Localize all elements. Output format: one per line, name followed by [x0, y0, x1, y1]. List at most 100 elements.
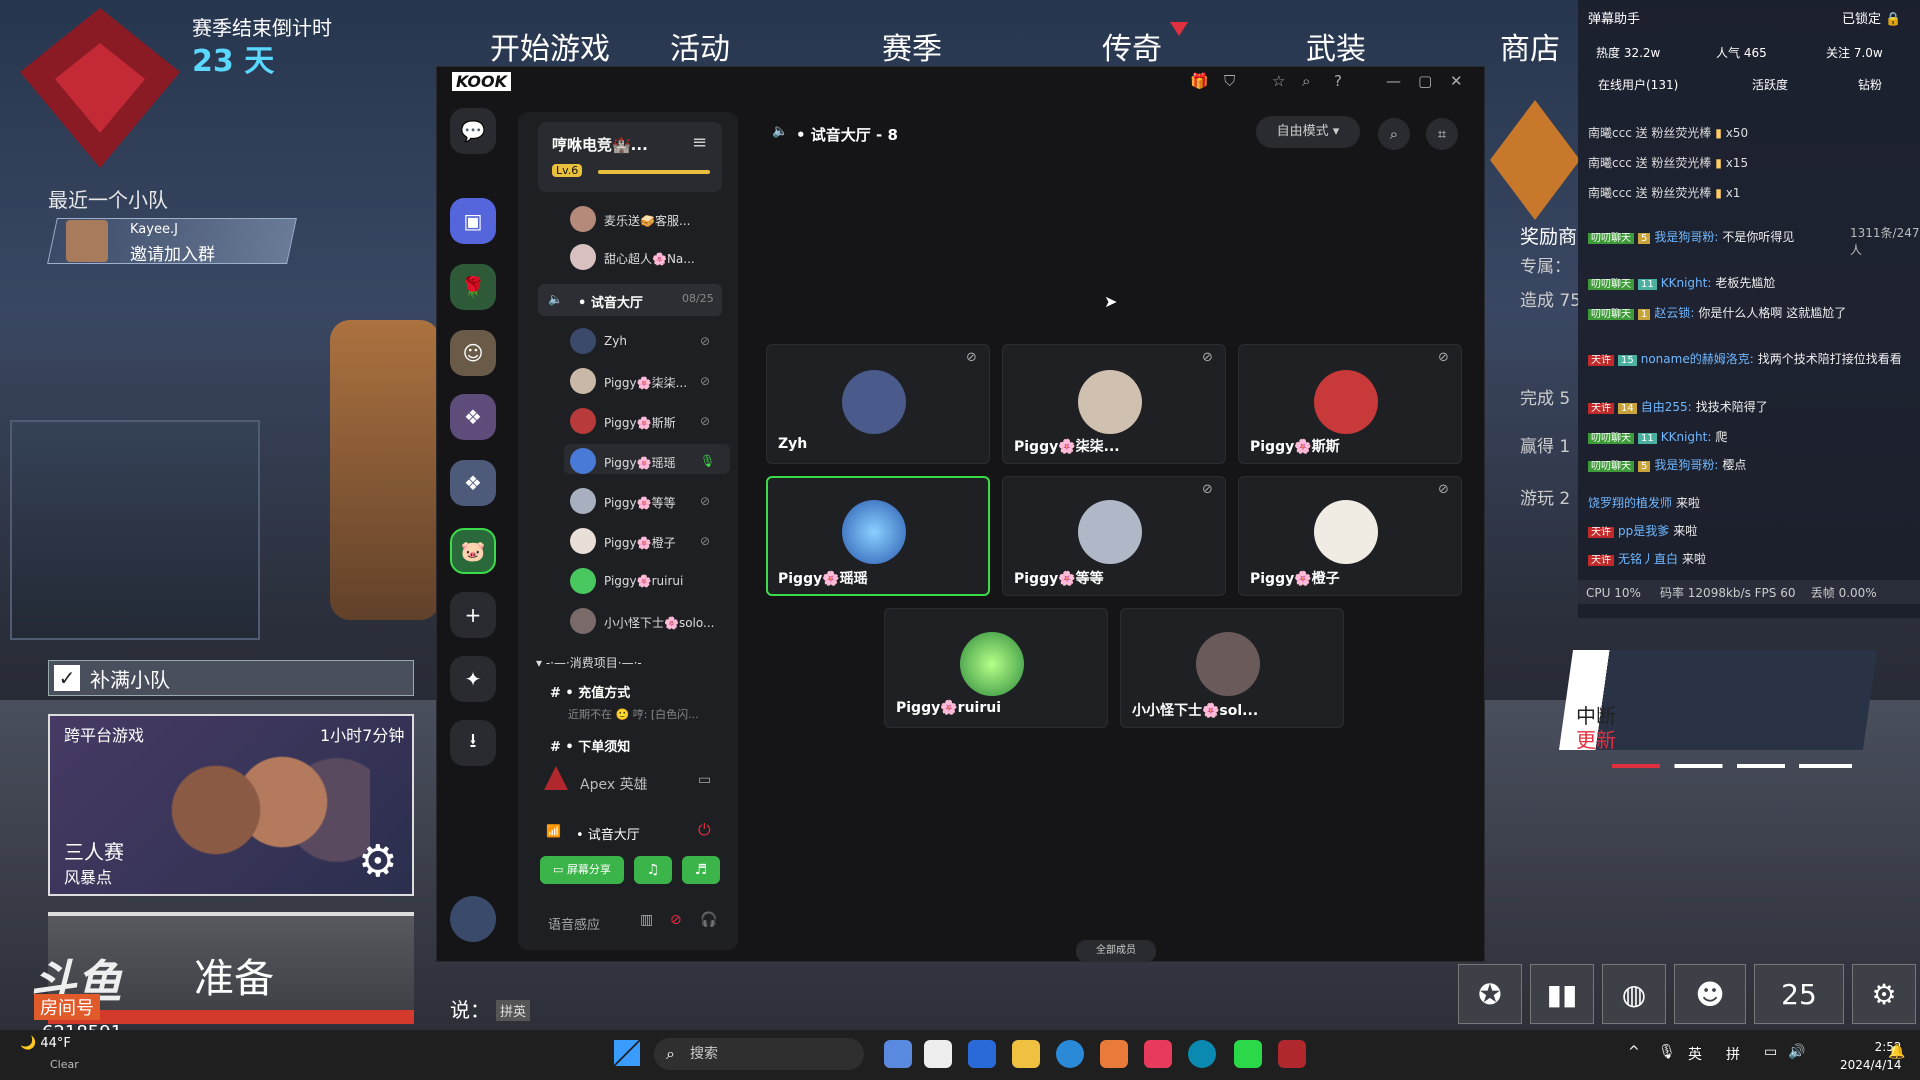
- notification-icon: [1170, 22, 1188, 36]
- tray-expand-icon[interactable]: ^: [1628, 1044, 1640, 1060]
- voice-activation-label: 语音感应: [548, 918, 601, 933]
- menu-icon[interactable]: ≡: [692, 132, 707, 153]
- server-rose-icon[interactable]: 🌹: [450, 264, 496, 310]
- apex-app-icon[interactable]: [1278, 1040, 1306, 1068]
- tab-activity[interactable]: 活跃度: [1752, 76, 1788, 93]
- help-icon[interactable]: ?: [1334, 72, 1342, 90]
- nav-start-game[interactable]: 开始游戏: [490, 24, 610, 68]
- layout-icon[interactable]: ⌗: [1426, 118, 1458, 150]
- maximize-icon[interactable]: ▢: [1418, 72, 1432, 90]
- all-members-button[interactable]: 全部成员: [1076, 940, 1156, 962]
- server-pig-icon[interactable]: 🐷: [450, 528, 496, 574]
- settings-gear-icon[interactable]: ⚙: [1852, 964, 1916, 1024]
- nav-legends[interactable]: 传奇: [1102, 24, 1162, 68]
- text-channel[interactable]: # • 下单须知: [550, 736, 630, 755]
- gear-icon[interactable]: ⚙: [358, 836, 397, 887]
- music-icon[interactable]: ♬: [682, 856, 720, 884]
- voice-settings-icon[interactable]: ▥: [640, 912, 653, 928]
- task-view-icon[interactable]: [924, 1040, 952, 1068]
- store-icon[interactable]: [968, 1040, 996, 1068]
- taskbar-search[interactable]: 搜索: [654, 1038, 864, 1070]
- kook-app-icon[interactable]: [1234, 1040, 1262, 1068]
- chat-message: 天许 14 自由255: 找技术陪得了: [1588, 398, 1908, 418]
- mic-icon[interactable]: 🎙: [1658, 1044, 1676, 1060]
- nav-events[interactable]: 活动: [670, 24, 730, 68]
- edge-icon[interactable]: [1056, 1040, 1084, 1068]
- direct-messages-icon[interactable]: 💬: [450, 108, 496, 154]
- voice-tile-name: Piggy🌸橙子: [1250, 571, 1340, 587]
- avatar: [570, 608, 596, 634]
- notification-bell-icon[interactable]: 🔔: [1888, 1044, 1905, 1060]
- monitor-icon[interactable]: ▭: [698, 772, 711, 788]
- voice-member-name[interactable]: Piggy🌸瑶瑶: [604, 454, 676, 471]
- file-explorer-icon[interactable]: [1012, 1040, 1040, 1068]
- search-icon[interactable]: ⌕: [1302, 72, 1310, 90]
- volume-icon[interactable]: 🔊: [1788, 1044, 1805, 1060]
- music-app-icon[interactable]: [1144, 1040, 1172, 1068]
- mic-muted-icon: ⊘: [700, 414, 711, 428]
- chat-message: 叨叨聊天 11 KKnight: 爬: [1588, 428, 1908, 448]
- season-countdown-value: 23 天: [192, 44, 275, 79]
- voice-member-name[interactable]: 小小怪下士🌸solo...: [604, 614, 714, 631]
- ime-mode[interactable]: 拼: [1726, 1044, 1740, 1064]
- voice-member-name[interactable]: Zyh: [604, 334, 627, 348]
- add-server-icon[interactable]: +: [450, 592, 496, 638]
- shirt-icon[interactable]: ⛉: [1224, 72, 1235, 90]
- disconnect-icon[interactable]: ⏻: [698, 820, 711, 840]
- nav-armory[interactable]: 武装: [1306, 24, 1366, 68]
- member-name[interactable]: 麦乐送🥪客服...: [604, 212, 690, 229]
- voice-member-name[interactable]: Piggy🌸柒柒...: [604, 374, 687, 391]
- xp-icon[interactable]: ✪: [1458, 964, 1522, 1024]
- avatar: [66, 220, 108, 262]
- weather-widget[interactable]: 🌙 44°F: [20, 1036, 71, 1051]
- chat-message: 叨叨聊天 1 赵云锁: 你是什么人格啊 这就尴尬了: [1588, 304, 1908, 324]
- chat-message: 天许 15 noname的赫姆洛克: 找两个技术陪打接位找看看: [1588, 350, 1908, 370]
- globe-icon[interactable]: ◍: [1602, 964, 1666, 1024]
- voice-tile-name: Piggy🌸等等: [1014, 571, 1104, 587]
- gift-icon[interactable]: 🎁: [1190, 72, 1209, 90]
- legends-artwork: [150, 730, 370, 890]
- app-icon[interactable]: [1100, 1040, 1128, 1068]
- download-icon[interactable]: ⭳: [450, 720, 496, 766]
- nav-store[interactable]: 商店: [1500, 24, 1560, 68]
- search-icon[interactable]: ⌕: [1378, 118, 1410, 150]
- app-icon[interactable]: [1188, 1040, 1216, 1068]
- tab-diamond-fans[interactable]: 钻粉: [1858, 76, 1882, 93]
- tab-online-users[interactable]: 在线用户(131): [1598, 76, 1678, 93]
- close-icon[interactable]: ✕: [1450, 72, 1463, 90]
- star-icon[interactable]: ☆: [1272, 72, 1285, 90]
- minimize-icon[interactable]: —: [1386, 72, 1401, 90]
- mode-dropdown[interactable]: 自由模式 ▾: [1256, 116, 1360, 148]
- stream-status-bar: CPU 10% 码率 12098kb/s FPS 60 丢帧 0.00%: [1578, 580, 1920, 604]
- windows-start-icon[interactable]: [614, 1040, 640, 1066]
- soundboard-icon[interactable]: ♫: [634, 856, 672, 884]
- checkbox-icon[interactable]: ✓: [54, 665, 80, 691]
- voice-member-name[interactable]: Piggy🌸等等: [604, 494, 676, 511]
- server-icon[interactable]: ☺: [450, 330, 496, 376]
- headphones-icon[interactable]: 🎧: [700, 912, 717, 928]
- voice-member-name[interactable]: Piggy🌸斯斯: [604, 414, 676, 431]
- invite-button-label[interactable]: 邀请加入群: [130, 240, 215, 265]
- voice-member-name[interactable]: Piggy🌸ruirui: [604, 574, 683, 588]
- screen-share-button[interactable]: ▭ 屏幕分享: [540, 856, 624, 884]
- stats-icon[interactable]: ▮▮: [1530, 964, 1594, 1024]
- category-header[interactable]: ▾ -·—·消费项目·—·-: [536, 654, 642, 671]
- reward-line: 完成 5: [1520, 389, 1571, 409]
- member-name[interactable]: 甜心超人🌸Na...: [604, 250, 695, 267]
- avatar: [1314, 500, 1378, 564]
- voice-member-name[interactable]: Piggy🌸橙子: [604, 534, 676, 551]
- nav-season[interactable]: 赛季: [882, 24, 942, 68]
- network-icon[interactable]: ▭: [1764, 1044, 1777, 1060]
- server-icon[interactable]: ▣: [450, 198, 496, 244]
- discover-icon[interactable]: ✦: [450, 656, 496, 702]
- copilot-icon[interactable]: [884, 1040, 912, 1068]
- text-channel[interactable]: # • 充值方式: [550, 682, 630, 701]
- server-group-icon[interactable]: ❖: [450, 460, 496, 506]
- news-pagination[interactable]: [1612, 764, 1852, 768]
- mic-muted-icon[interactable]: ⊘: [670, 912, 682, 928]
- server-group-icon[interactable]: ❖: [450, 394, 496, 440]
- friends-icon[interactable]: ☻: [1674, 964, 1746, 1024]
- lock-status[interactable]: 已锁定 🔒: [1842, 8, 1901, 27]
- user-avatar[interactable]: [450, 896, 496, 942]
- ime-language[interactable]: 英: [1688, 1044, 1702, 1064]
